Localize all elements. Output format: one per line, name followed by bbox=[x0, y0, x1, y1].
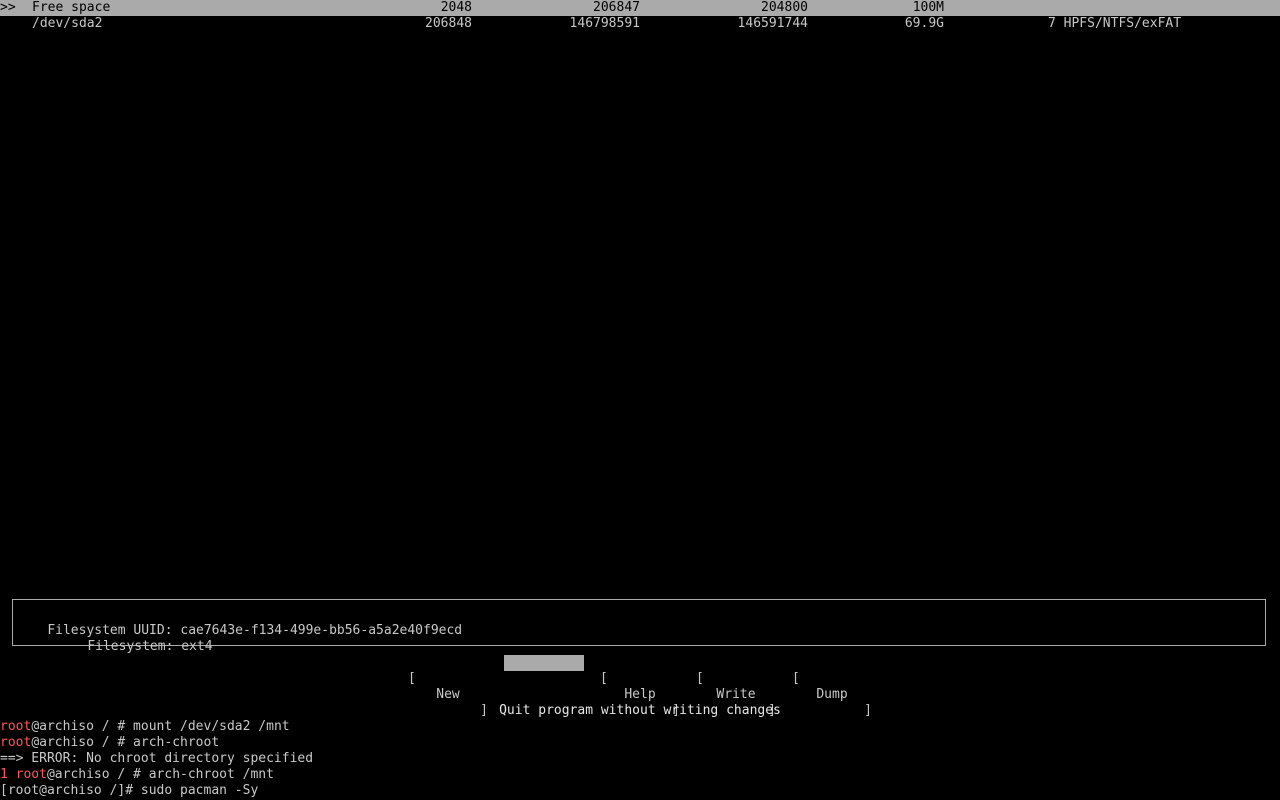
partition-row-free-space[interactable]: >> Free space 2048 206847 204800 100M bbox=[0, 0, 1280, 16]
write-button[interactable]: [ Write ] bbox=[696, 655, 776, 718]
uuid-line: Filesystem UUID: cae7643e-f134-499e-bb56… bbox=[16, 607, 462, 638]
dump-button[interactable]: [ Dump ] bbox=[792, 655, 872, 718]
partition-start: 2048 bbox=[440, 0, 472, 15]
prompt-user: root bbox=[0, 719, 32, 734]
terminal-text: ==> ERROR: No chroot directory specified bbox=[0, 751, 314, 766]
partition-size: 100M bbox=[912, 0, 944, 15]
new-button[interactable]: [ New ] bbox=[408, 655, 488, 718]
terminal-line: root@archiso / # arch-chroot bbox=[0, 735, 219, 751]
partition-sectors: 146591744 bbox=[737, 16, 808, 31]
partition-info-box: Filesystem UUID: cae7643e-f134-499e-bb56… bbox=[12, 599, 1266, 654]
partition-end: 146798591 bbox=[569, 16, 640, 31]
partition-device: /dev/sda2 bbox=[32, 16, 103, 31]
quit-button[interactable]: [ Quit ] bbox=[504, 655, 584, 718]
terminal-line: ==> ERROR: No chroot directory specified bbox=[0, 751, 313, 767]
terminal-text: @archiso / # arch-chroot /mnt bbox=[46, 767, 274, 782]
prompt-user: root bbox=[15, 767, 47, 782]
partition-size: 69.9G bbox=[904, 16, 944, 31]
terminal-text: @archiso / # arch-chroot bbox=[31, 735, 220, 750]
filesystem-label: Filesystem: bbox=[87, 639, 174, 654]
partition-start: 206848 bbox=[425, 16, 472, 31]
partition-device: Free space bbox=[32, 0, 111, 15]
terminal-line: root@archiso / # mount /dev/sda2 /mnt bbox=[0, 719, 290, 735]
partition-end: 206847 bbox=[593, 0, 640, 15]
help-button[interactable]: [ Help ] bbox=[600, 655, 680, 718]
filesystem-line: Filesystem: ext4 bbox=[56, 623, 212, 654]
partition-type: 7 HPFS/NTFS/exFAT bbox=[1048, 16, 1182, 31]
partition-row-sda2[interactable]: /dev/sda2 206848 146798591 146591744 69.… bbox=[0, 16, 1280, 32]
terminal-text: @archiso / # mount /dev/sda2 /mnt bbox=[31, 719, 290, 734]
prompt-user: root bbox=[0, 735, 32, 750]
selection-marker: >> bbox=[0, 0, 16, 15]
terminal-input-line[interactable]: [root@archiso /]# sudo pacman -Sy bbox=[0, 783, 258, 799]
terminal-line: 1 root@archiso / # arch-chroot /mnt bbox=[0, 767, 274, 783]
terminal-text: [root@archiso /]# sudo pacman -Sy bbox=[0, 783, 259, 798]
action-menu: [ New ] [ Quit ] [ Help ] [ Write ] [ Du… bbox=[408, 655, 880, 718]
partition-sectors: 204800 bbox=[761, 0, 808, 15]
filesystem-value: ext4 bbox=[181, 639, 213, 654]
uuid-value: cae7643e-f134-499e-bb56-a5a2e40f9ecd bbox=[180, 623, 463, 638]
menu-hint: Quit program without writing changes bbox=[499, 703, 781, 718]
exit-status: 1 bbox=[0, 767, 16, 782]
